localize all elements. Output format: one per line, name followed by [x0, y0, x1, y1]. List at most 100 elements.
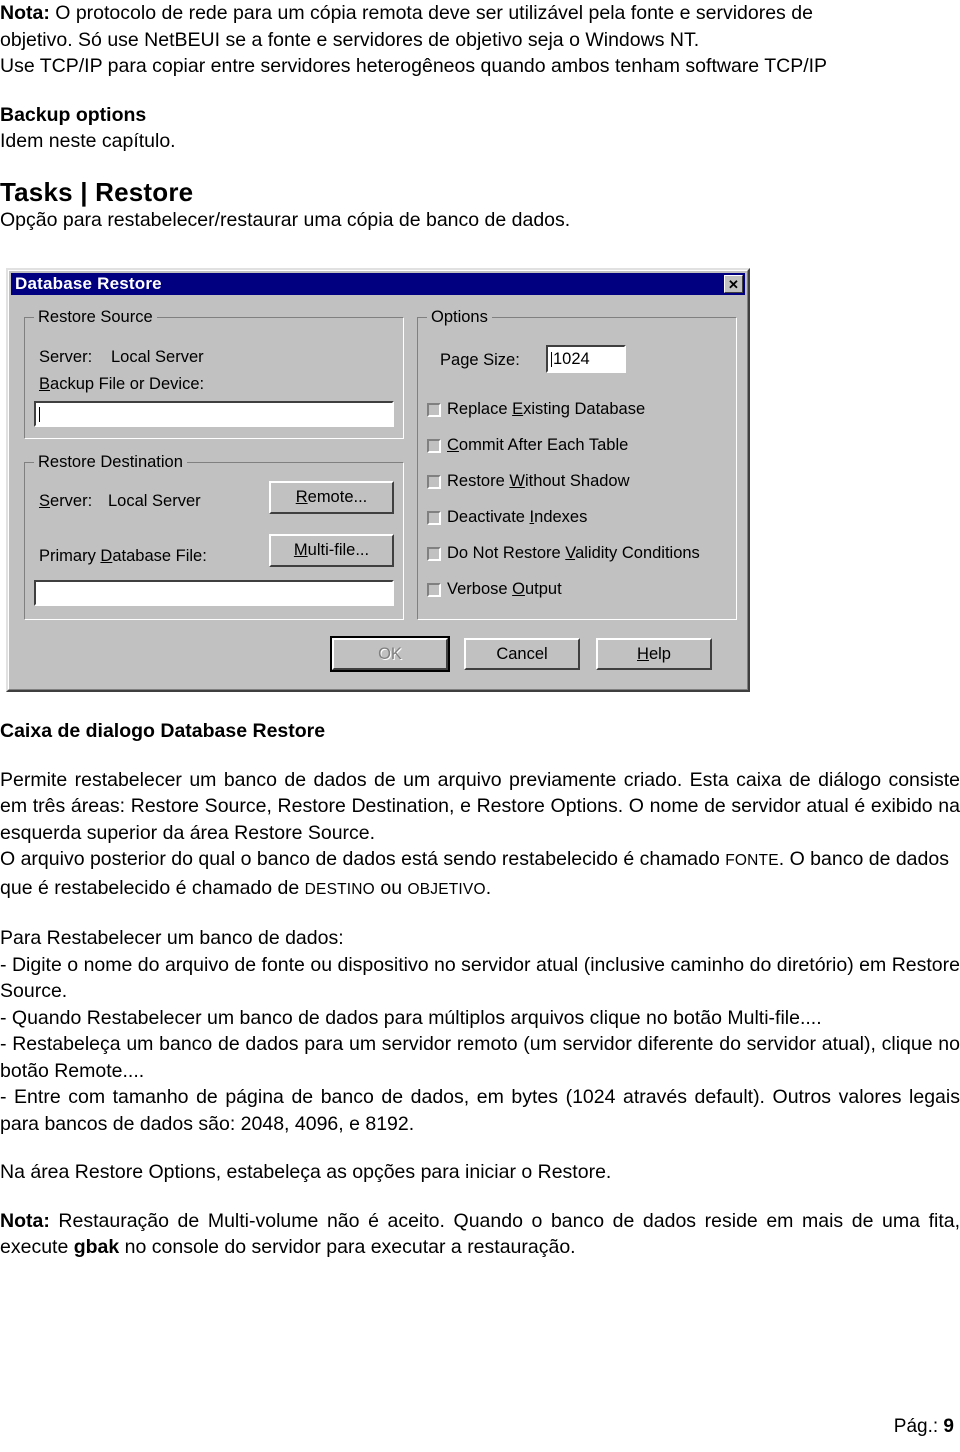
restore-destination-group-title: Restore Destination [34, 453, 187, 472]
tasks-restore-heading: Tasks | Restore [0, 176, 194, 207]
tasks-restore-body: Opção para restabelecer/restaurar uma có… [0, 208, 571, 231]
checkbox-box-icon[interactable] [427, 438, 441, 453]
destination-server-label-accesskey: S [39, 492, 51, 510]
destination-server-label: Server: [39, 492, 92, 511]
desc-p2-term-destino: DESTINO [304, 880, 375, 898]
options-group-title: Options [427, 308, 492, 327]
checkbox-label-post: ndexes [534, 508, 588, 526]
document-page: Nota: O protocolo de rede para um cópia … [0, 0, 960, 1452]
checkbox-label-post: ithout Shadow [524, 472, 630, 490]
checkbox-label-post: ommit After Each Table [458, 436, 629, 454]
page-size-input[interactable]: 1024 [546, 345, 626, 373]
help-button-label: elp [648, 644, 671, 663]
checkbox-box-icon[interactable] [427, 546, 441, 561]
checkbox-label-pre: Do Not Restore [447, 544, 566, 562]
primary-db-label-accesskey: D [100, 547, 113, 565]
checkbox-label-accesskey: C [447, 436, 459, 454]
source-server-value: Local Server [111, 348, 204, 366]
document-body-lower: Caixa de dialogo Database Restore Permit… [0, 718, 960, 1261]
checkbox-label-accesskey: V [565, 544, 576, 562]
primary-database-file-input[interactable] [34, 580, 394, 606]
desc-p2-d: . [485, 876, 492, 899]
note-line-3: Use TCP/IP para copiar entre servidores … [0, 55, 828, 77]
desc-p2-c: ou [374, 876, 408, 899]
backup-file-input[interactable] [34, 401, 394, 427]
checkbox-replace-existing-database[interactable]: Replace Existing Database [427, 400, 645, 419]
checkbox-do-not-restore-validity-conditions[interactable]: Do Not Restore Validity Conditions [427, 544, 700, 563]
note-line-1: O protocolo de rede para um cópia remota… [49, 2, 813, 24]
backup-file-label: Backup File or Device: [39, 375, 204, 394]
checkbox-label: Restore Without Shadow [447, 472, 630, 491]
backup-options-body: Idem neste capítulo. [0, 130, 176, 152]
checkbox-label-accesskey: E [512, 400, 524, 418]
checkbox-label: Deactivate Indexes [447, 508, 587, 527]
help-button[interactable]: Help [596, 638, 712, 670]
source-server-label: Server: [39, 348, 93, 366]
checkbox-label-post: alidity Conditions [575, 544, 700, 562]
database-restore-dialog[interactable]: Database Restore ✕ Restore Source Server… [6, 268, 750, 692]
checkbox-label-pre: Deactivate [447, 508, 530, 526]
checkbox-label: Replace Existing Database [447, 400, 645, 419]
checkbox-box-icon[interactable] [427, 510, 441, 525]
checkbox-label-accesskey: W [509, 472, 525, 490]
checkbox-deactivate-indexes[interactable]: Deactivate Indexes [427, 508, 587, 527]
desc-p2-term-objetivo: OBJETIVO [407, 880, 486, 898]
dialog-title: Database Restore [15, 274, 162, 293]
checkbox-verbose-output[interactable]: Verbose Output [427, 580, 562, 599]
dialog-titlebar[interactable]: Database Restore ✕ [11, 273, 745, 295]
close-icon[interactable]: ✕ [724, 275, 743, 293]
checkbox-commit-after-each-table[interactable]: Commit After Each Table [427, 436, 628, 455]
page-footer: Pág.: 9 [894, 1416, 954, 1438]
checkbox-label-post: xisting Database [523, 400, 646, 418]
ok-button-label: OK [378, 644, 402, 663]
checkbox-box-icon[interactable] [427, 474, 441, 489]
text-caret [39, 406, 40, 422]
checkbox-label: Do Not Restore Validity Conditions [447, 544, 700, 563]
help-button-accesskey: H [637, 644, 649, 663]
steps-heading: Para Restabelecer um banco de dados: [0, 927, 344, 949]
note2-label: Nota: [0, 1209, 50, 1232]
cancel-button[interactable]: Cancel [464, 638, 580, 670]
page-size-label-rest: e Size: [469, 351, 520, 369]
checkbox-label-pre: Restore [447, 472, 510, 490]
restore-source-group-title: Restore Source [34, 308, 157, 327]
checkbox-label-accesskey: O [512, 580, 525, 598]
checkbox-label: Verbose Output [447, 580, 562, 599]
options-note: Na área Restore Options, estabeleça as o… [0, 1161, 612, 1183]
checkbox-label-pre: Verbose [447, 580, 513, 598]
primary-database-file-label: Primary Database File: [39, 547, 207, 566]
page-size-label-pre: Pa [440, 351, 461, 369]
page-size-caret [551, 351, 552, 367]
destination-server-value: Local Server [108, 492, 201, 510]
ok-button[interactable]: OK [330, 636, 450, 672]
checkbox-box-icon[interactable] [427, 582, 441, 597]
page-label: Pág.: [893, 1416, 944, 1437]
multi-file-button-label: ulti-file... [307, 541, 370, 559]
page-size-value: 1024 [553, 349, 590, 368]
primary-db-label-rest: atabase File: [112, 547, 207, 565]
step-item-1: - Digite o nome do arquivo de fonte ou d… [0, 953, 960, 1003]
checkbox-restore-without-shadow[interactable]: Restore Without Shadow [427, 472, 630, 491]
checkbox-label: Commit After Each Table [447, 436, 628, 455]
desc-p2-a: O arquivo posterior do qual o banco de d… [0, 848, 726, 870]
multi-file-button[interactable]: Multi-file... [269, 534, 394, 567]
checkbox-box-icon[interactable] [427, 402, 441, 417]
dialog-caption-heading: Caixa de dialogo Database Restore [0, 720, 326, 742]
description-paragraph-2: O arquivo posterior do qual o banco de d… [0, 846, 960, 903]
page-number: 9 [943, 1416, 954, 1437]
backup-options-heading: Backup options [0, 103, 147, 126]
document-body: Nota: O protocolo de rede para um cópia … [0, 0, 960, 233]
primary-db-label-pre: Primary [39, 547, 101, 565]
checkbox-label-pre: Replace [447, 400, 513, 418]
remote-button-label: emote... [307, 488, 368, 506]
note2-b: no console do servidor para executar a r… [119, 1236, 576, 1258]
step-item-2: - Quando Restabelecer um banco de dados … [0, 1006, 822, 1029]
step-item-3: - Restabeleça um banco de dados para um … [0, 1033, 960, 1082]
page-size-label: Page Size: [440, 351, 520, 370]
backup-file-label-accesskey: B [39, 375, 51, 393]
description-paragraph-1: Permite restabelecer um banco de dados d… [0, 768, 960, 844]
multi-file-button-accesskey: M [293, 541, 308, 559]
note2-gbak: gbak [73, 1236, 120, 1258]
remote-button-accesskey: R [295, 488, 308, 506]
remote-button[interactable]: Remote... [269, 481, 394, 514]
